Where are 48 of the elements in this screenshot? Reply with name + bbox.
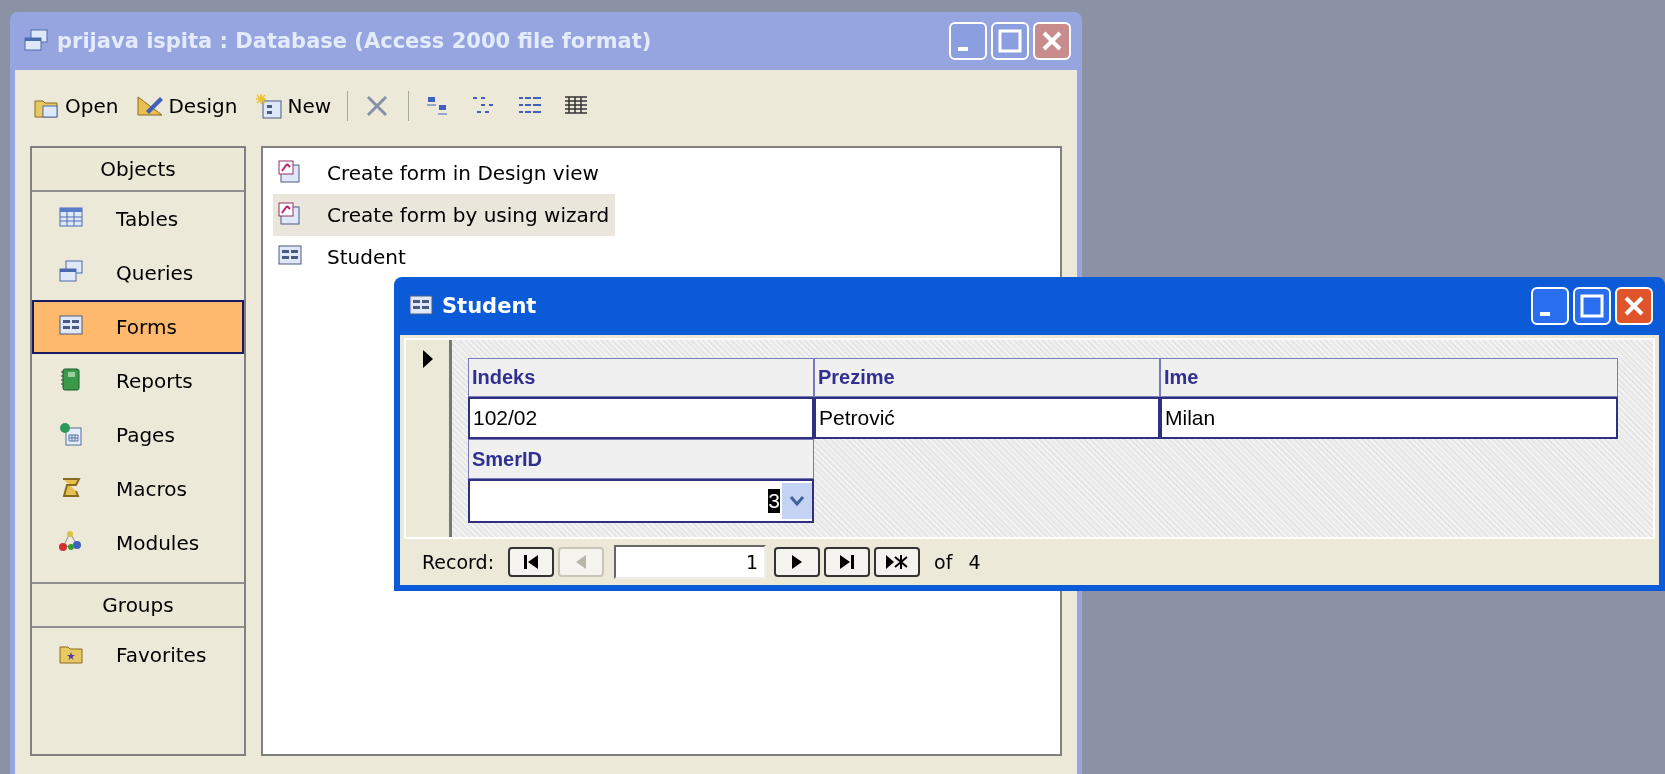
object-type-item[interactable]: Forms [32,300,244,354]
new-record-button[interactable] [874,547,921,577]
design-button[interactable]: Design [134,91,240,121]
list-item[interactable]: Create form by using wizard [273,194,616,236]
new-record-icon [886,555,909,569]
maximize-icon [991,22,1029,60]
text-field[interactable]: 102/02 [468,397,814,439]
text-field[interactable]: Petrović [814,397,1160,439]
new-form-icon [255,93,284,119]
previous-record-icon [576,555,587,569]
last-record-icon [840,555,855,569]
first-record-icon [524,555,539,569]
close-icon [1615,287,1653,325]
combo-box[interactable]: 3 [468,479,814,523]
object-type-item[interactable]: Tables [32,192,244,246]
ruler-pencil-icon [136,93,165,119]
next-record-button[interactable] [774,547,821,577]
window-title: Student [442,294,538,318]
object-type-item[interactable]: Pages [32,408,244,462]
record-selector[interactable] [406,340,452,537]
record-number-field[interactable]: 1 [614,545,767,579]
new-button[interactable]: New [253,91,334,121]
object-type-item[interactable]: Reports [32,354,244,408]
list-item[interactable]: Student [273,236,412,278]
field-label: SmerID [468,439,814,479]
text-field[interactable]: Milan [1160,397,1618,439]
open-button[interactable]: Open [31,91,121,121]
maximize-icon [1573,287,1611,325]
minimize-icon [949,22,987,60]
object-type-item[interactable]: Macros [32,462,244,516]
minimize-icon [1531,287,1569,325]
window-title: prijava ispita : Database (Access 2000 file format) [57,29,653,53]
field-label: Prezime [814,358,1160,397]
groups-header[interactable]: Groups [32,582,244,628]
database-icon [23,28,49,54]
field-label: Ime [1160,358,1618,397]
object-type-item[interactable]: Queries [32,246,244,300]
object-type-item[interactable]: Modules [32,516,244,570]
list-item[interactable]: Create form in Design view [273,152,605,194]
last-record-button[interactable] [824,547,871,577]
close-icon [1033,22,1071,60]
next-record-icon [792,555,803,569]
first-record-button[interactable] [508,547,555,577]
record-label: Record: [422,551,495,573]
of-label: of [934,551,953,573]
field-label: Indeks [468,358,814,397]
object-type-item[interactable]: Favorites [32,628,244,682]
record-count: 4 [968,551,981,573]
